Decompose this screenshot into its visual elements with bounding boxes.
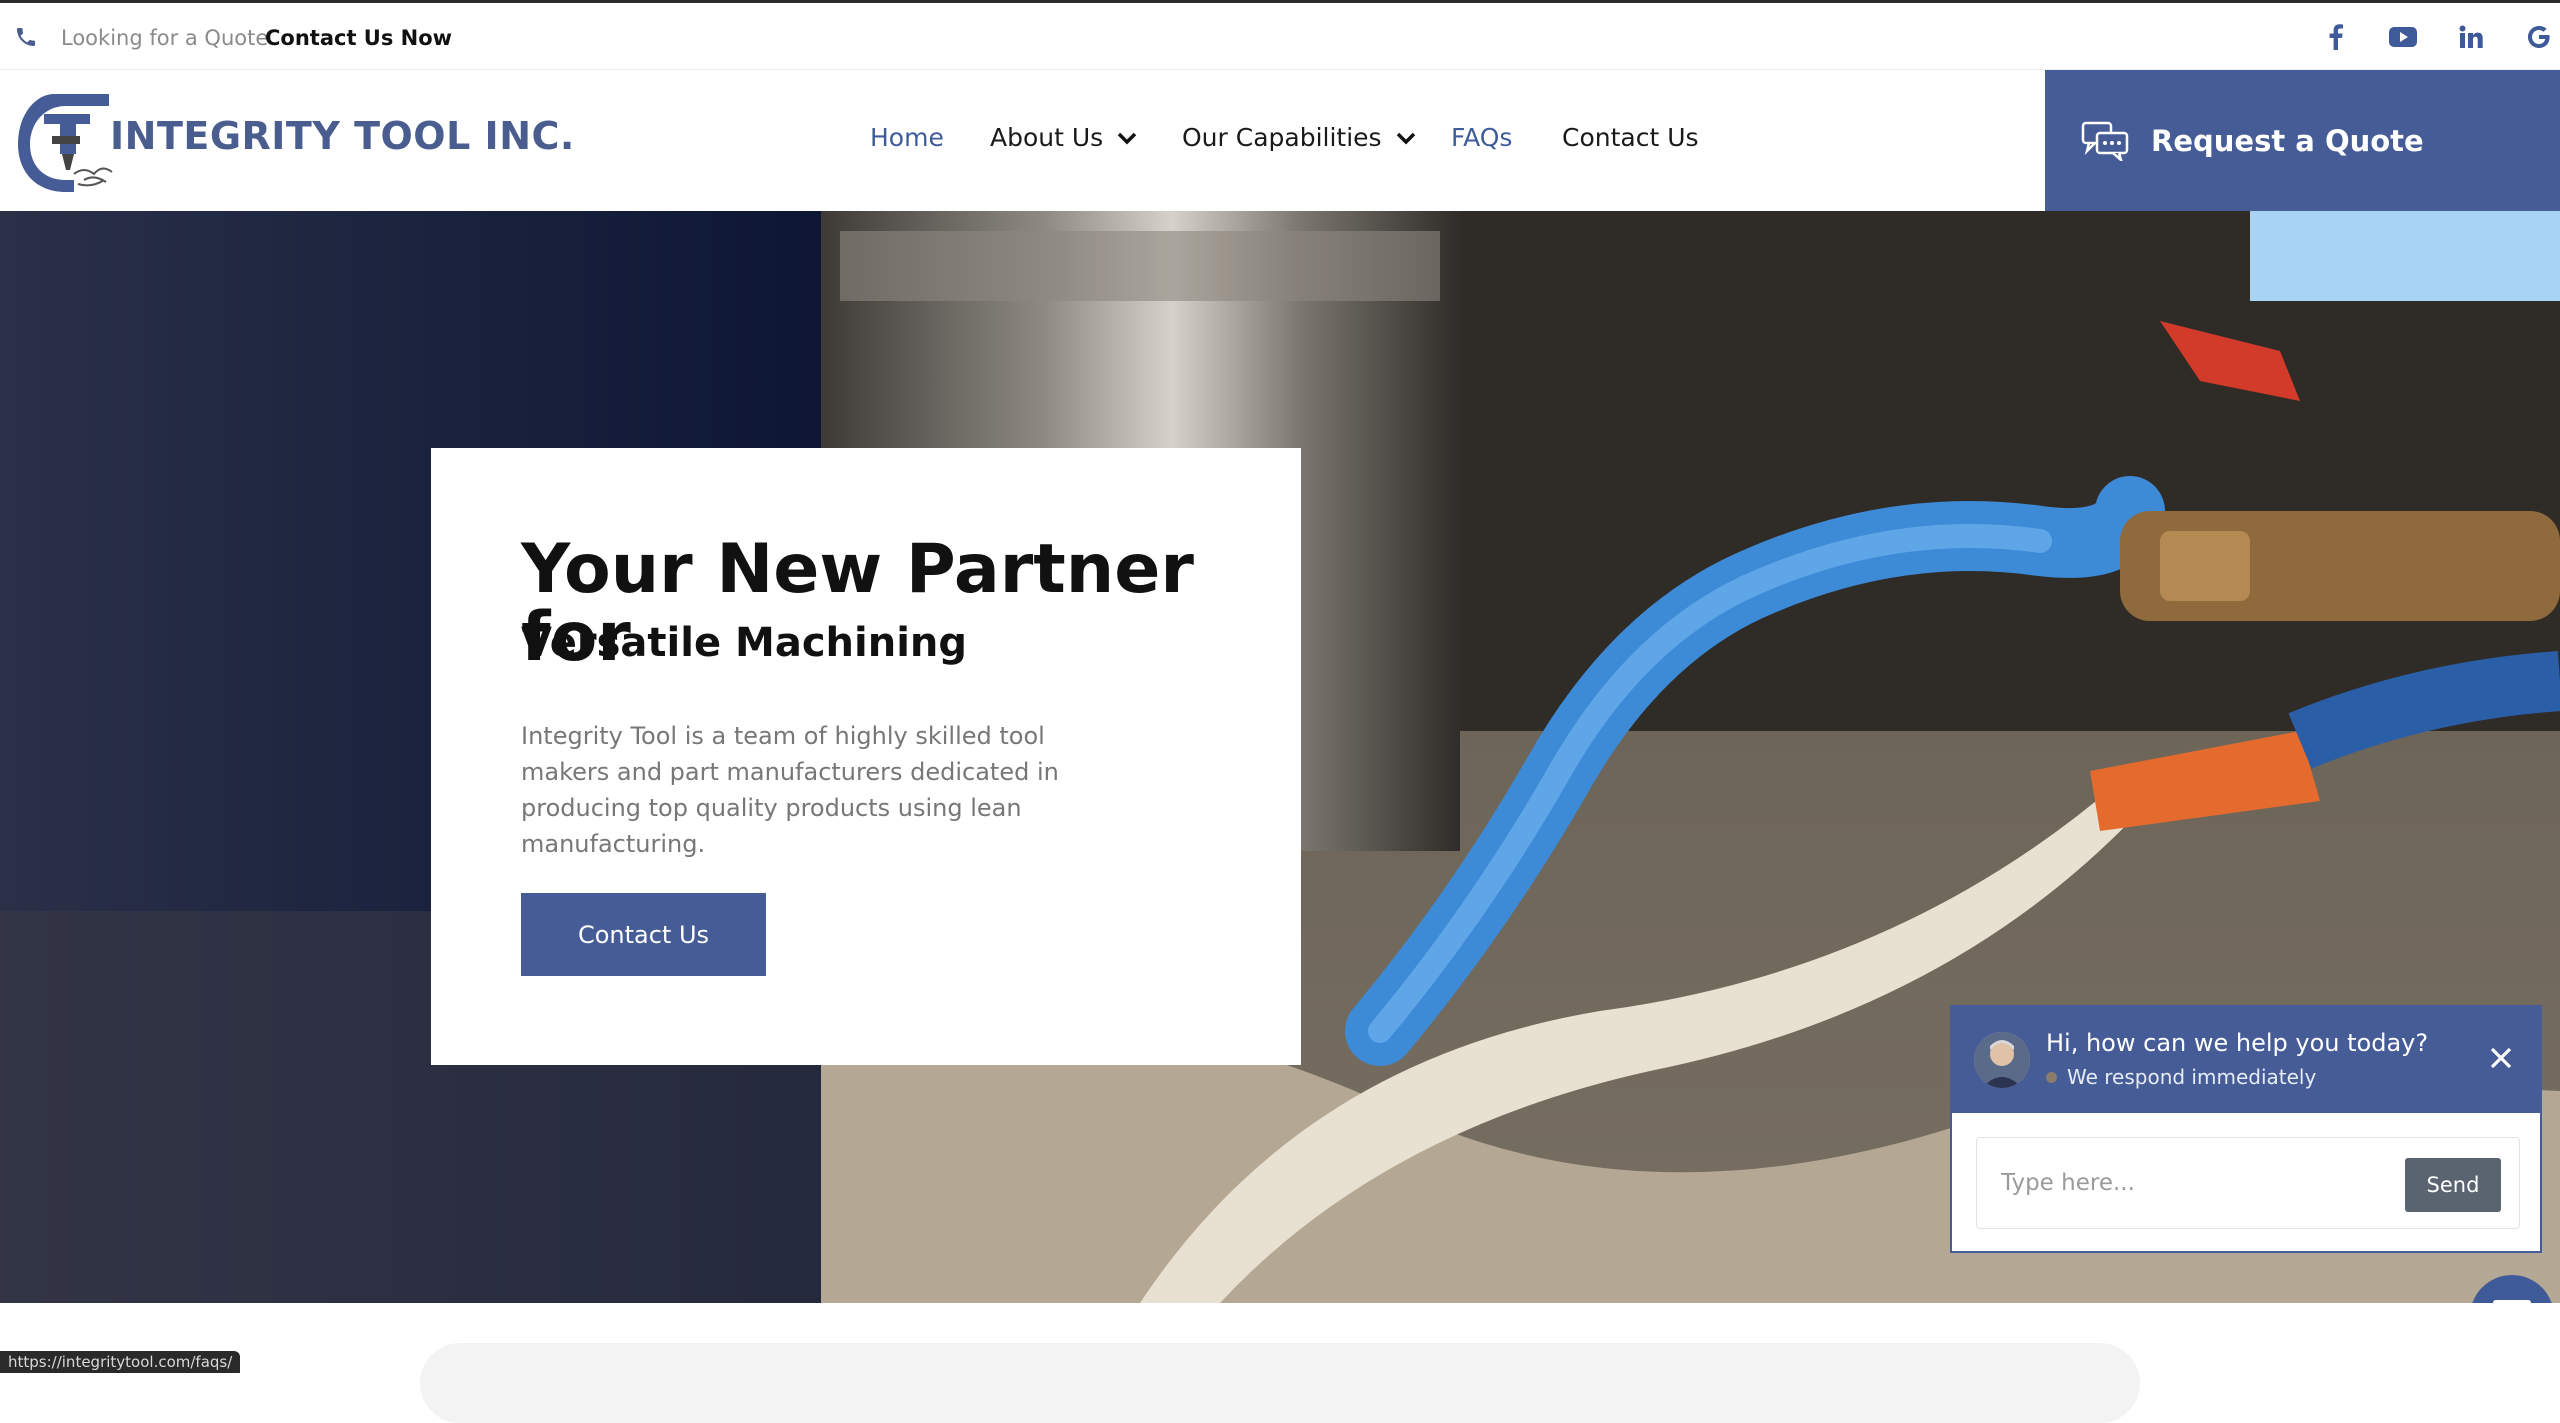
- chat-send-button[interactable]: Send: [2405, 1158, 2501, 1212]
- facebook-icon[interactable]: [2322, 23, 2350, 51]
- chevron-down-icon: [1117, 132, 1137, 144]
- hero-contact-button[interactable]: Contact Us: [521, 893, 766, 976]
- chat-greeting: Hi, how can we help you today?: [2046, 1029, 2429, 1057]
- close-icon[interactable]: [2488, 1045, 2514, 1071]
- nav-about-us[interactable]: About Us: [990, 123, 1137, 152]
- google-icon[interactable]: [2525, 23, 2553, 51]
- request-quote-label: Request a Quote: [2151, 123, 2424, 158]
- browser-status-url: https://integritytool.com/faqs/: [0, 1351, 241, 1373]
- hero-subtitle: Versatile Machining: [521, 620, 968, 666]
- nav-home-label: Home: [870, 123, 944, 152]
- request-quote-button[interactable]: Request a Quote: [2045, 70, 2560, 211]
- nav-about-us-label: About Us: [990, 123, 1104, 152]
- nav-faqs[interactable]: FAQs: [1451, 123, 1512, 152]
- chat-status-text: We respond immediately: [2067, 1065, 2317, 1089]
- site-header: INTEGRITY TOOL INC. Home About Us Our Ca…: [0, 70, 2560, 211]
- hero-card: Your New Partner for Versatile Machining…: [431, 448, 1301, 1065]
- hero-description: Integrity Tool is a team of highly skill…: [521, 722, 1059, 858]
- agent-avatar: [1974, 1032, 2030, 1088]
- chevron-down-icon: [1396, 132, 1415, 144]
- chat-message-input[interactable]: [1977, 1138, 2377, 1228]
- quote-prompt-text: Looking for a Quote: [61, 26, 269, 50]
- youtube-icon[interactable]: [2389, 23, 2417, 51]
- status-dot-icon: [2046, 1071, 2057, 1083]
- chat-widget: Hi, how can we help you today? We respon…: [1950, 1005, 2542, 1253]
- nav-home[interactable]: Home: [870, 123, 944, 152]
- phone-icon: [17, 28, 35, 46]
- chat-header: Hi, how can we help you today? We respon…: [1952, 1007, 2540, 1113]
- contact-us-now-link[interactable]: Contact Us Now: [265, 26, 452, 50]
- nav-our-capabilities-label: Our Capabilities: [1182, 123, 1382, 152]
- logo-text[interactable]: INTEGRITY TOOL INC.: [110, 114, 575, 158]
- chat-status: We respond immediately: [2046, 1065, 2316, 1089]
- nav-our-capabilities[interactable]: Our Capabilities: [1182, 123, 1416, 152]
- nav-faqs-label: FAQs: [1451, 123, 1513, 152]
- chat-bubbles-icon: [2081, 121, 2129, 161]
- next-section: [0, 1303, 2560, 1423]
- chat-input-box: Send: [1976, 1137, 2520, 1229]
- linkedin-icon[interactable]: [2457, 23, 2485, 51]
- top-bar: Looking for a Quote Contact Us Now: [0, 0, 2560, 70]
- nav-contact-us[interactable]: Contact Us: [1562, 123, 1699, 152]
- section-card-edge: [420, 1343, 2140, 1423]
- nav-contact-us-label: Contact Us: [1562, 123, 1699, 152]
